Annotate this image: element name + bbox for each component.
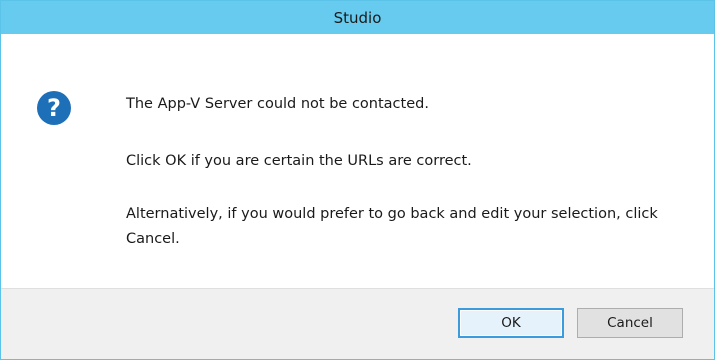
- svg-text:?: ?: [47, 94, 61, 122]
- cancel-button[interactable]: Cancel: [577, 308, 683, 338]
- message-line-1: The App-V Server could not be contacted.: [126, 96, 429, 112]
- ok-button[interactable]: OK: [458, 308, 564, 338]
- message-line-2: Click OK if you are certain the URLs are…: [126, 153, 472, 169]
- button-bar: OK Cancel: [1, 288, 714, 359]
- question-icon: ?: [37, 91, 71, 125]
- window-title: Studio: [333, 9, 382, 27]
- dialog-content: ? The App-V Server could not be contacte…: [1, 34, 714, 288]
- title-bar[interactable]: Studio: [1, 1, 714, 34]
- message-line-3: Alternatively, if you would prefer to go…: [126, 206, 658, 247]
- dialog-window: Studio ? The App-V Server could not be c…: [0, 0, 715, 360]
